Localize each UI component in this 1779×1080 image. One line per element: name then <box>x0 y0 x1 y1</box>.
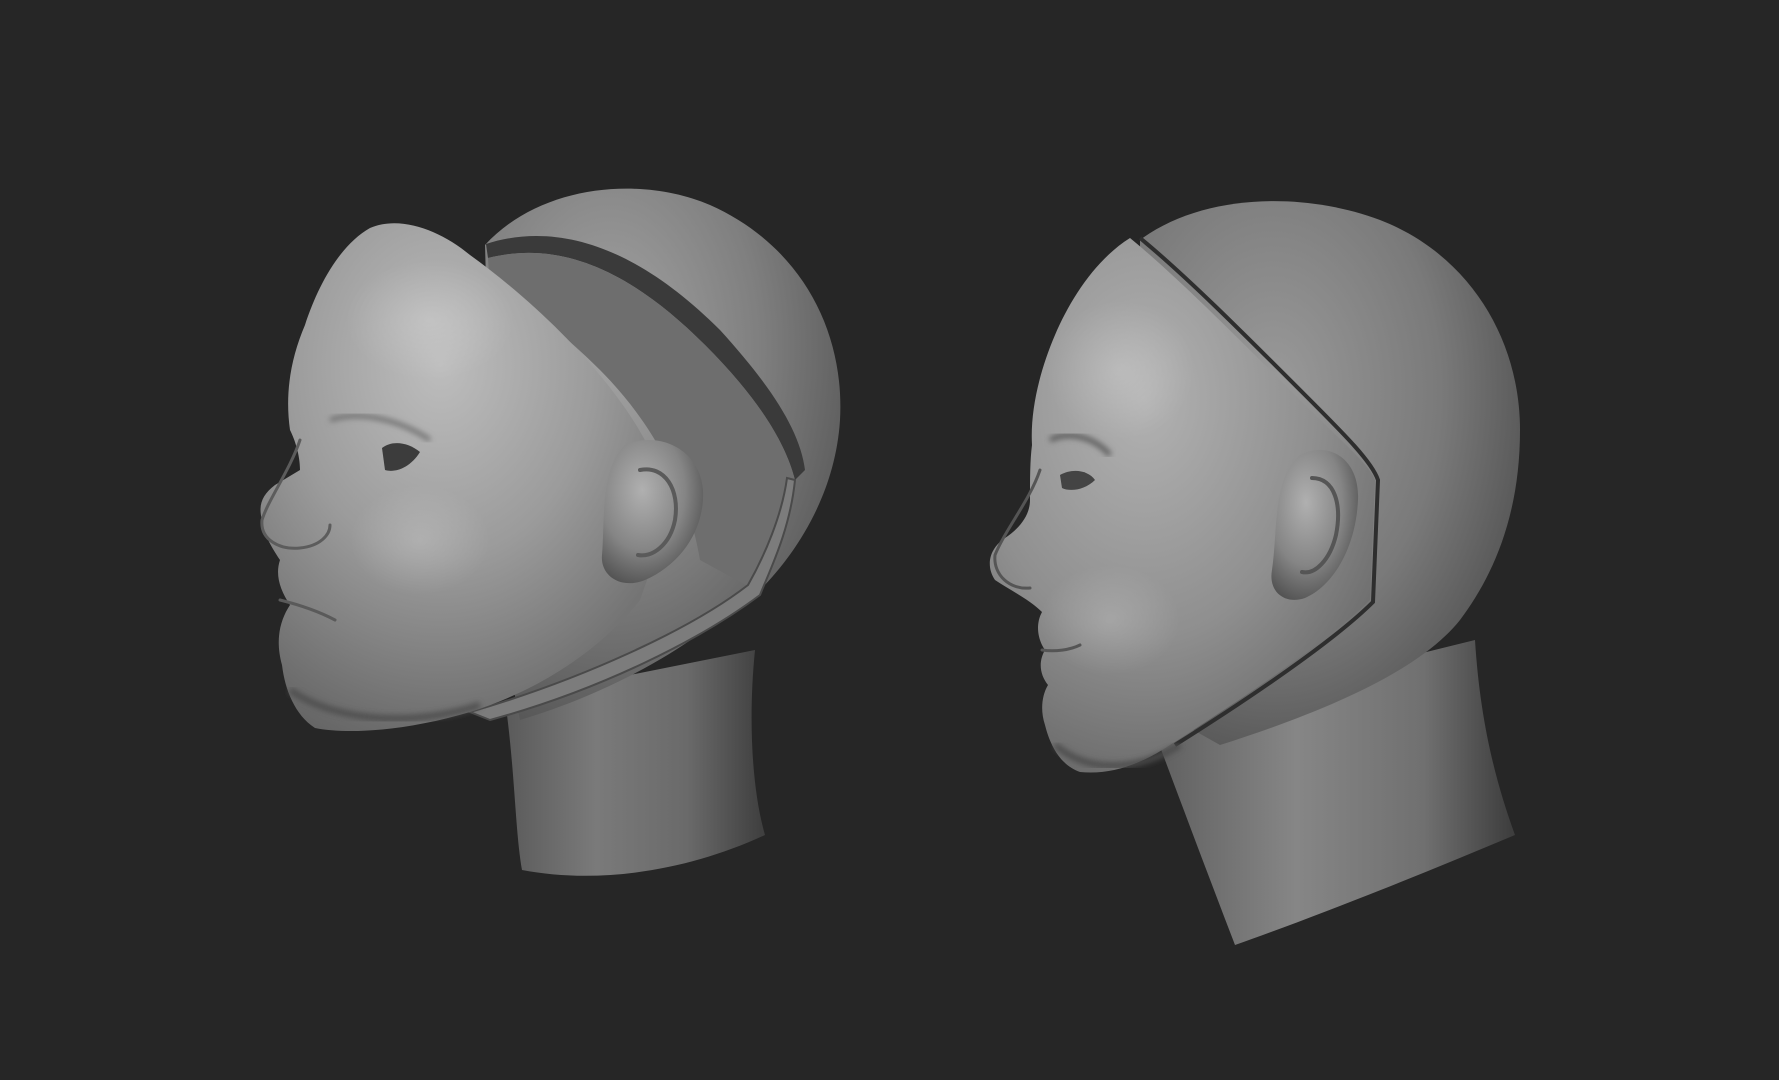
viewport <box>0 0 1779 1080</box>
head-model-right <box>989 201 1520 945</box>
head-model-left <box>260 188 841 876</box>
sculpt-render <box>260 188 1520 945</box>
